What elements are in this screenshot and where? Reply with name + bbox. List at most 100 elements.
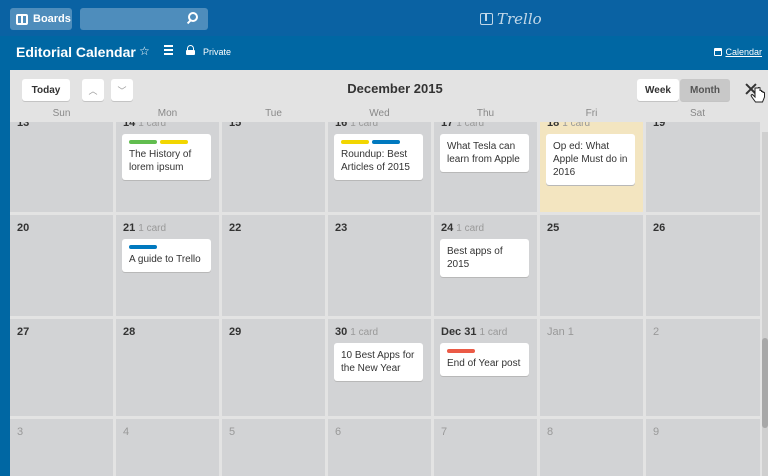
- day-number: 23: [335, 222, 348, 234]
- chevron-down-icon: ﹀: [117, 85, 127, 96]
- day-cell[interactable]: 8: [540, 419, 643, 476]
- weekday-sun: Sun: [52, 108, 71, 119]
- day-cell[interactable]: 5: [222, 419, 325, 476]
- hand-cursor-icon: [750, 87, 765, 103]
- calendar-toolbar: Today ︿ ﹀ December 2015 Week Month: [10, 70, 768, 106]
- week-view-button[interactable]: Week: [637, 79, 679, 101]
- day-cell[interactable]: 16 1 card Roundup: Best Articles of 2015: [328, 110, 431, 212]
- card-count: 1 card: [138, 223, 167, 234]
- card-title: Best apps of 2015: [447, 246, 503, 270]
- card[interactable]: Roundup: Best Articles of 2015: [334, 134, 423, 180]
- scrollbar[interactable]: [762, 132, 768, 476]
- trello-logo-icon: [480, 13, 493, 25]
- card[interactable]: Best apps of 2015: [440, 239, 529, 277]
- day-cell[interactable]: 26: [646, 215, 760, 316]
- day-cell[interactable]: 28: [116, 319, 219, 416]
- day-cell[interactable]: 17 1 card What Tesla can learn from Apple: [434, 110, 537, 212]
- day-number: 4: [123, 426, 130, 438]
- next-month-button[interactable]: ﹀: [111, 79, 133, 101]
- day-number: 25: [547, 222, 560, 234]
- logo-text: Trello: [497, 10, 542, 28]
- scrollbar-thumb[interactable]: [762, 338, 768, 428]
- card-labels: [129, 245, 204, 249]
- day-number: 28: [123, 326, 136, 338]
- day-cell-today[interactable]: 18 1 card Op ed: What Apple Must do in 20…: [540, 110, 643, 212]
- card-count: 1 card: [350, 327, 379, 338]
- card-labels: [129, 140, 204, 144]
- yellow-label: [341, 140, 369, 144]
- day-cell[interactable]: 22: [222, 215, 325, 316]
- blue-label: [372, 140, 400, 144]
- weekday-sat: Sat: [689, 108, 705, 119]
- day-cell[interactable]: Jan 1: [540, 319, 643, 416]
- day-cell[interactable]: 25: [540, 215, 643, 316]
- month-view-button[interactable]: Month: [680, 79, 730, 101]
- day-cell[interactable]: 15: [222, 110, 325, 212]
- card-labels: [341, 140, 416, 144]
- day-cell[interactable]: 4: [116, 419, 219, 476]
- day-cell[interactable]: 6: [328, 419, 431, 476]
- boards-button[interactable]: Boards: [10, 8, 72, 30]
- search-input[interactable]: [80, 8, 208, 30]
- day-cell[interactable]: 23: [328, 215, 431, 316]
- board-title[interactable]: Editorial Calendar: [16, 44, 136, 60]
- day-number: 20: [17, 222, 30, 234]
- day-cell[interactable]: 3: [10, 419, 113, 476]
- card[interactable]: The History of lorem ipsum: [122, 134, 211, 180]
- day-cell[interactable]: 30 1 card 10 Best Apps for the New Year: [328, 319, 431, 416]
- blue-label: [129, 245, 157, 249]
- day-number-text: 24: [441, 222, 454, 234]
- menu-icon[interactable]: [164, 45, 173, 57]
- weekday-thu: Thu: [476, 108, 495, 119]
- trello-logo[interactable]: Trello: [480, 10, 542, 28]
- day-number: 24 1 card: [441, 222, 484, 234]
- card[interactable]: A guide to Trello: [122, 239, 211, 272]
- card[interactable]: What Tesla can learn from Apple: [440, 134, 529, 172]
- today-button[interactable]: Today: [22, 79, 70, 101]
- day-number: 21 1 card: [123, 222, 166, 234]
- day-cell[interactable]: 9: [646, 419, 760, 476]
- card-title: What Tesla can learn from Apple: [447, 141, 520, 165]
- privacy-label[interactable]: Private: [203, 47, 231, 57]
- weekday-mon: Mon: [157, 108, 178, 119]
- day-number-text: 30: [335, 326, 348, 338]
- boards-icon: [16, 13, 28, 25]
- day-cell[interactable]: 13: [10, 110, 113, 212]
- search-icon[interactable]: [188, 12, 198, 22]
- calendar-link[interactable]: Calendar: [714, 47, 762, 57]
- card[interactable]: Op ed: What Apple Must do in 2016: [546, 134, 635, 185]
- day-number: 22: [229, 222, 242, 234]
- weekday-tue: Tue: [265, 108, 282, 119]
- day-cell[interactable]: 14 1 card The History of lorem ipsum: [116, 110, 219, 212]
- day-number: 9: [653, 426, 660, 438]
- day-number: 27: [17, 326, 30, 338]
- day-cell[interactable]: 27: [10, 319, 113, 416]
- day-cell[interactable]: 7: [434, 419, 537, 476]
- day-cell[interactable]: 2: [646, 319, 760, 416]
- day-cell[interactable]: 29: [222, 319, 325, 416]
- star-icon[interactable]: ☆: [139, 44, 150, 58]
- green-label: [129, 140, 157, 144]
- previous-month-button[interactable]: ︿: [82, 79, 104, 101]
- day-cell[interactable]: 20: [10, 215, 113, 316]
- weekday-wed: Wed: [369, 108, 390, 119]
- card-title: The History of lorem ipsum: [129, 149, 192, 173]
- weekday-header: Sun Mon Tue Wed Thu Fri Sat: [10, 108, 768, 122]
- day-cell[interactable]: 21 1 card A guide to Trello: [116, 215, 219, 316]
- card-title: Op ed: What Apple Must do in 2016: [553, 141, 628, 178]
- yellow-label: [160, 140, 188, 144]
- boards-label: Boards: [33, 13, 71, 25]
- calendar-panel: Today ︿ ﹀ December 2015 Week Month Sun M…: [10, 70, 768, 476]
- board-header: Editorial Calendar ☆ Private Calendar: [0, 36, 768, 68]
- day-number: 2: [653, 326, 660, 338]
- card[interactable]: 10 Best Apps for the New Year: [334, 343, 423, 381]
- day-cell[interactable]: Dec 31 1 card End of Year post: [434, 319, 537, 416]
- day-cell[interactable]: 19: [646, 110, 760, 212]
- card-title: A guide to Trello: [129, 254, 201, 265]
- card-count: 1 card: [456, 223, 485, 234]
- day-number: Dec 31 1 card: [441, 326, 507, 338]
- day-cell[interactable]: 24 1 card Best apps of 2015: [434, 215, 537, 316]
- card[interactable]: End of Year post: [440, 343, 529, 376]
- day-number: 3: [17, 426, 24, 438]
- card-title: Roundup: Best Articles of 2015: [341, 149, 410, 173]
